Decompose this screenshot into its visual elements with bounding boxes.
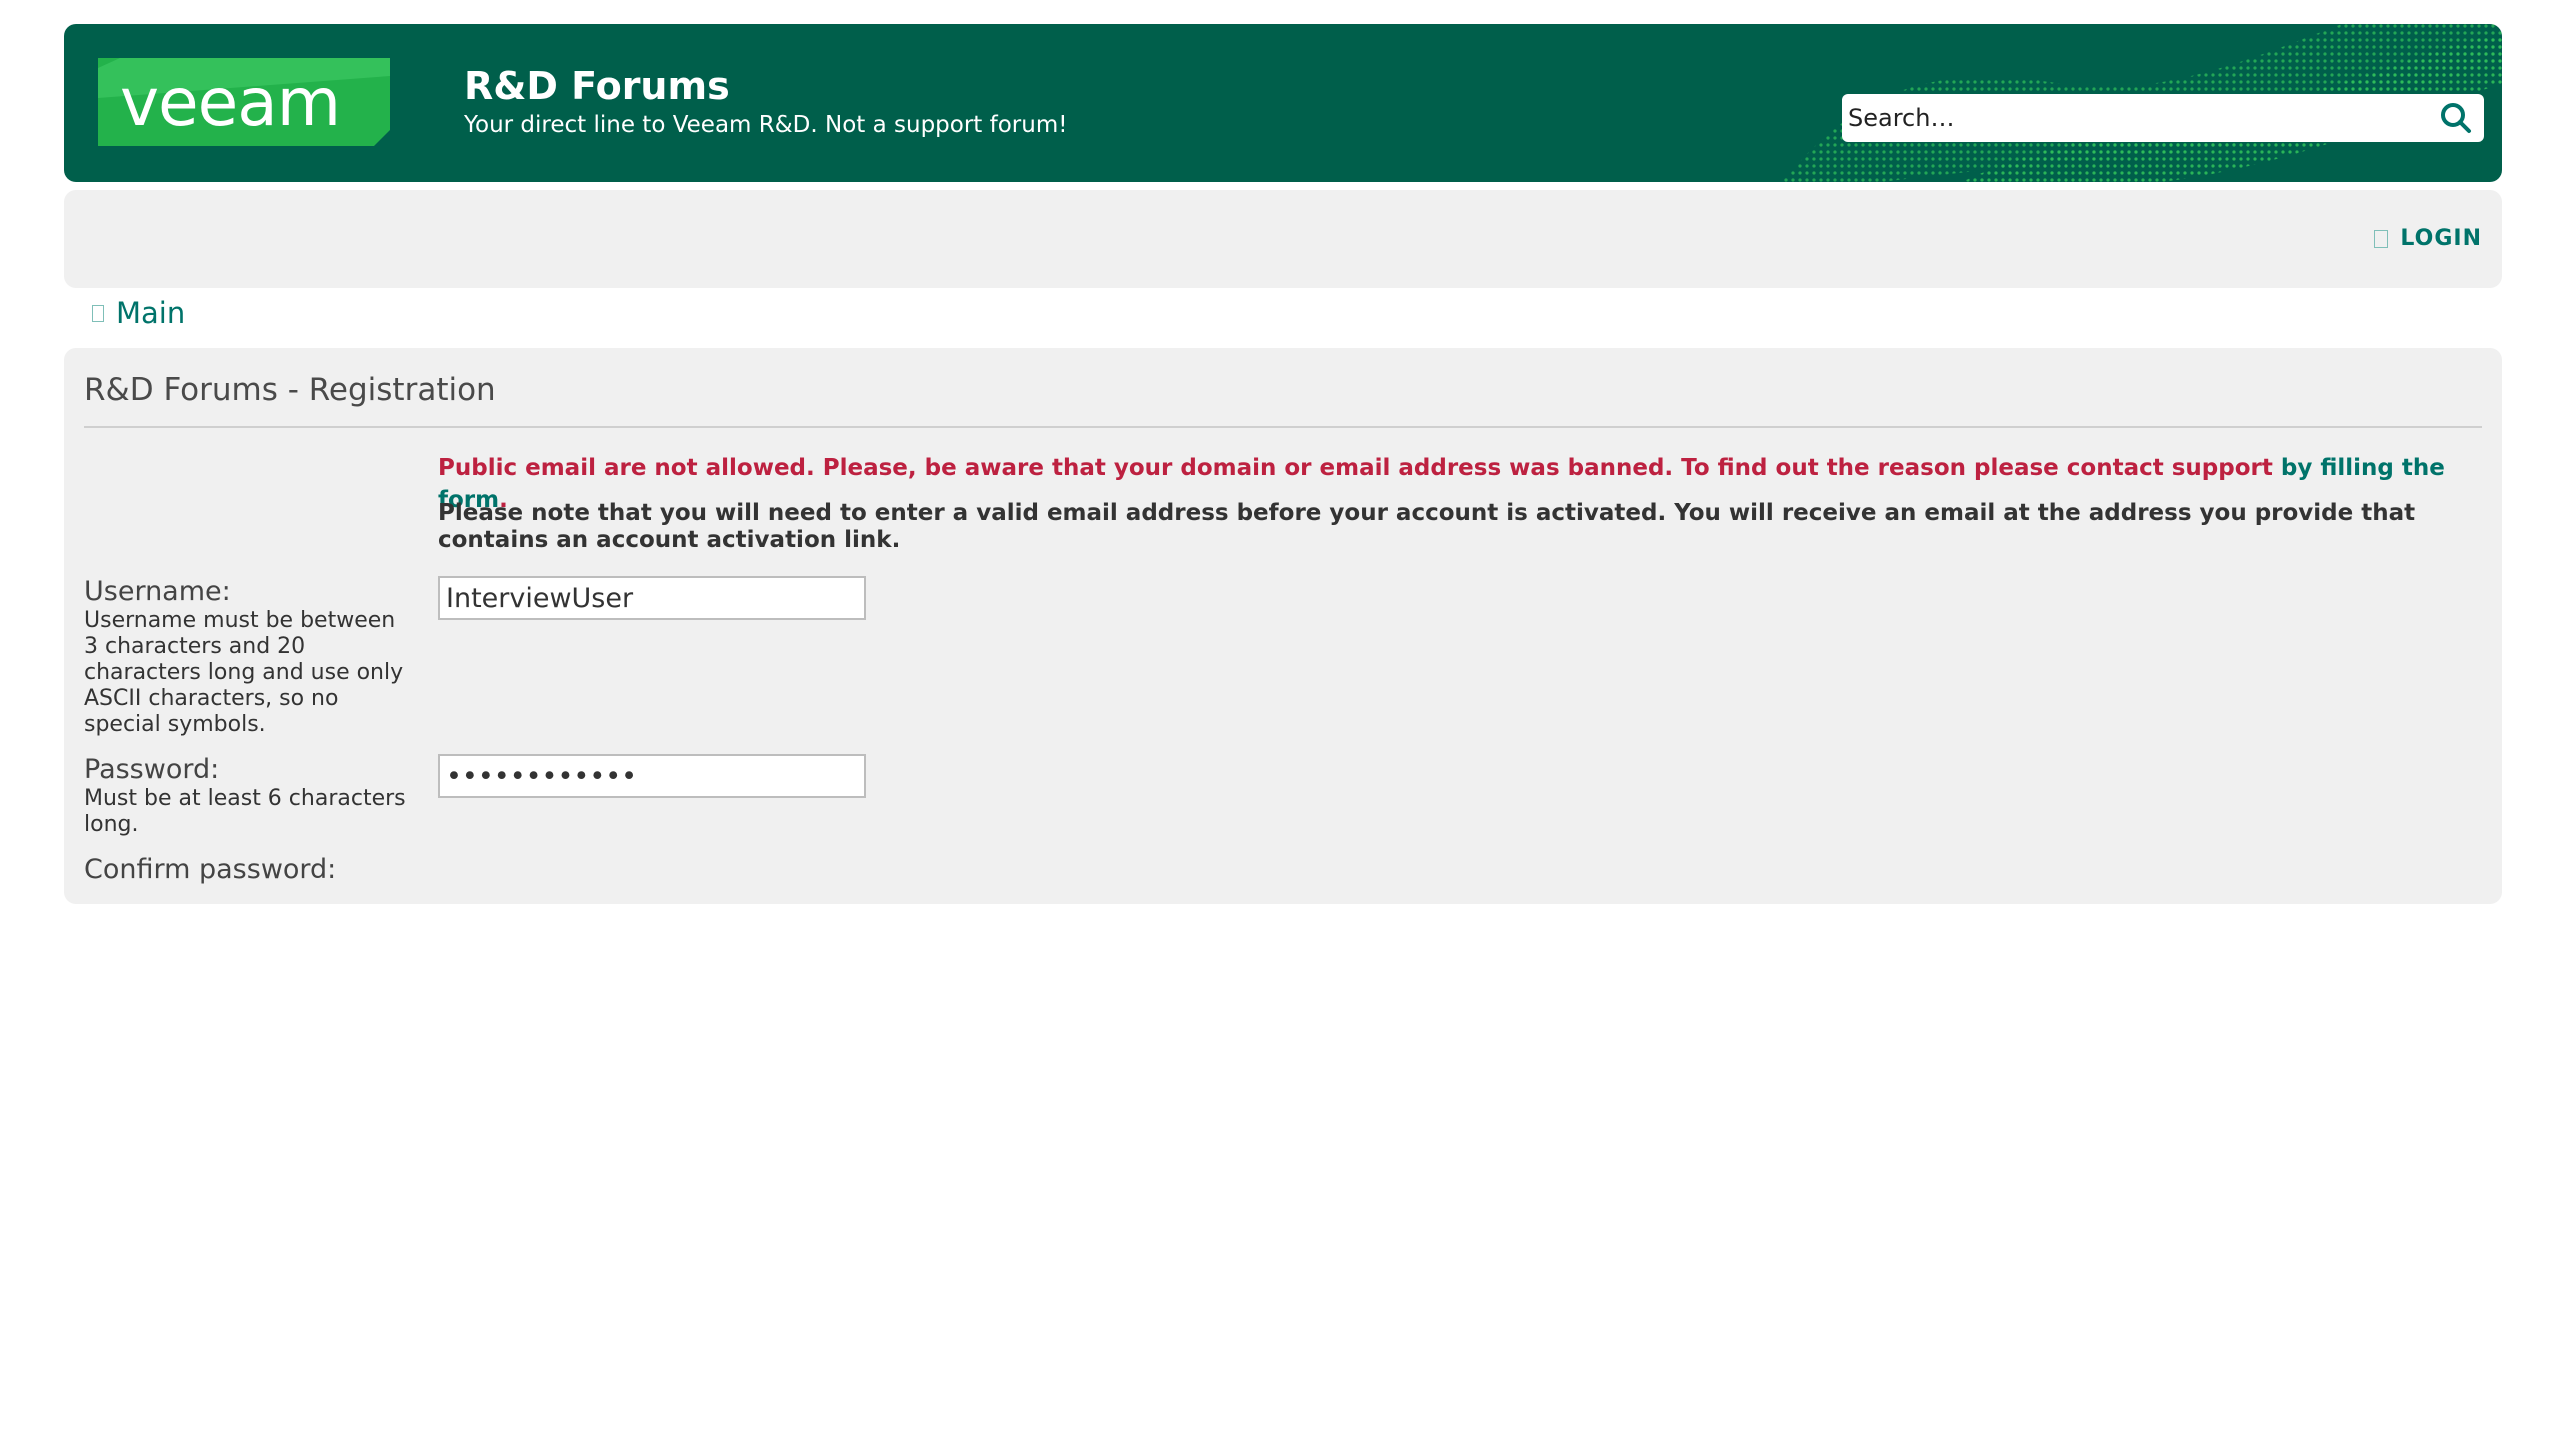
- breadcrumb[interactable]: Main: [92, 296, 185, 330]
- site-header: veeam R&D Forums Your direct line to Vee…: [64, 24, 2502, 182]
- page-title: R&D Forums - Registration: [84, 372, 496, 408]
- username-hint: Username must be between 3 characters an…: [84, 608, 404, 737]
- password-hint: Must be at least 6 characters long.: [84, 786, 406, 837]
- veeam-logo[interactable]: veeam: [98, 58, 390, 146]
- site-description: Your direct line to Veeam R&D. Not a sup…: [464, 112, 1068, 138]
- home-icon: [92, 304, 104, 322]
- login-link[interactable]: LOGIN: [2374, 226, 2482, 251]
- logo-text: veeam: [120, 64, 341, 141]
- search-input[interactable]: [1842, 94, 2428, 142]
- nav-bar: LOGIN: [64, 190, 2502, 288]
- username-label: Username:: [84, 576, 231, 607]
- registration-panel: R&D Forums - Registration Public email a…: [64, 348, 2502, 904]
- error-text: Public email are not allowed. Please, be…: [438, 455, 2273, 481]
- search-icon[interactable]: [2438, 100, 2474, 136]
- password-field[interactable]: [438, 754, 866, 798]
- activation-note: Please note that you will need to enter …: [438, 500, 2416, 553]
- username-field[interactable]: [438, 576, 866, 620]
- login-label: LOGIN: [2400, 226, 2482, 251]
- confirm-password-label: Confirm password:: [84, 854, 337, 885]
- power-icon: [2374, 229, 2389, 248]
- password-label: Password:: [84, 754, 220, 785]
- site-title[interactable]: R&D Forums: [464, 64, 730, 108]
- search-box: [1842, 94, 2484, 142]
- breadcrumb-main[interactable]: Main: [116, 296, 185, 330]
- divider: [84, 426, 2482, 428]
